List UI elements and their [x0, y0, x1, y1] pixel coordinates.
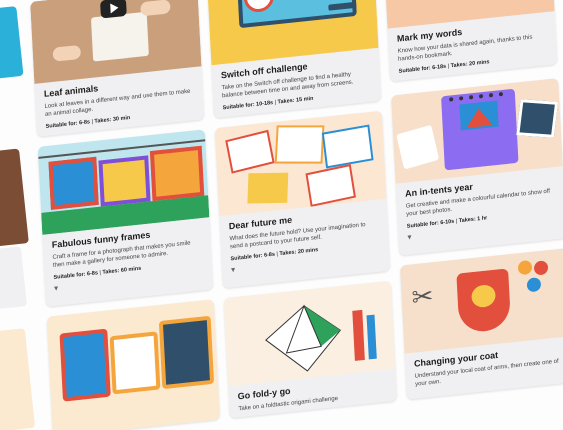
- card-illustration: ✂: [399, 248, 563, 354]
- activity-card[interactable]: Mark my words Know how your data is shar…: [384, 0, 558, 82]
- activity-grid-viewport: Leaf animals Look at leaves in a differe…: [0, 0, 563, 430]
- suitable-for: Suitable for: 6-18s: [398, 63, 447, 75]
- time-taken: Takes: 30 min: [94, 115, 131, 125]
- partial-card-left-mid-2: [0, 246, 28, 310]
- activity-card[interactable]: Dear future me What does the future hold…: [214, 110, 391, 289]
- card-illustration: [391, 78, 563, 184]
- activity-card[interactable]: ✂ Changing your coat Understand your loc…: [399, 248, 563, 400]
- suitable-for: Suitable for: 10-18s: [222, 100, 274, 112]
- activity-card[interactable]: Fabulous funny frames Craft a frame for …: [37, 129, 214, 307]
- suitable-for: Suitable for: 6-8s: [45, 119, 91, 130]
- activity-card[interactable]: Go fold-y go Take on a foldtastic origam…: [223, 280, 397, 419]
- partial-card-left-mid: [0, 148, 29, 247]
- time-taken: Takes: 1 hr: [458, 215, 488, 225]
- card-illustration: [214, 110, 387, 217]
- partial-card-left-top: [0, 6, 24, 80]
- time-taken: Takes: 15 min: [277, 95, 314, 106]
- partial-card-left-bottom: [0, 328, 36, 430]
- play-icon[interactable]: [100, 0, 127, 19]
- scissors-icon: ✂: [410, 280, 435, 313]
- activity-card[interactable]: Leaf animals Look at leaves in a differe…: [30, 0, 205, 137]
- card-illustration: [37, 129, 210, 235]
- card-illustration: [223, 280, 396, 387]
- card-illustration: [46, 299, 220, 430]
- time-taken: Takes: 20 mins: [450, 59, 490, 70]
- activity-card[interactable]: An in-tents year Get creative and make a…: [391, 78, 563, 256]
- activity-card[interactable]: Switch off challenge Take on the Switch …: [207, 0, 382, 119]
- calendar-icon: [441, 88, 519, 171]
- activity-card[interactable]: [46, 299, 220, 430]
